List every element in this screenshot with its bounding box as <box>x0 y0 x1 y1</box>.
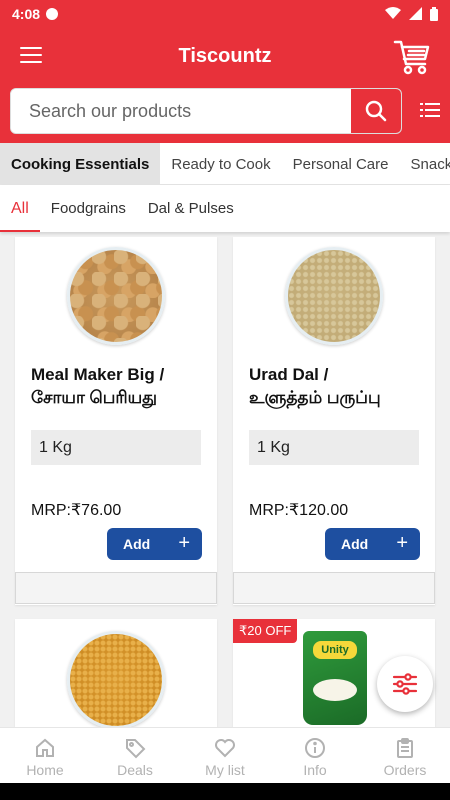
message-notification-icon <box>46 7 59 20</box>
status-icons <box>385 6 438 21</box>
soya-chunks-bowl-icon <box>67 247 165 345</box>
nav-home-label: Home <box>26 762 64 778</box>
search-button[interactable] <box>351 89 401 133</box>
subtab-all[interactable]: All <box>0 185 40 232</box>
product-name-tamil: உளுத்தம் பருப்பு <box>249 388 381 407</box>
tag-icon <box>126 739 146 759</box>
app-title: Tiscountz <box>178 45 272 67</box>
product-card[interactable]: Urad Dal / உளுத்தம் பருப்பு 1 Kg MRP:₹12… <box>233 237 435 605</box>
product-image <box>233 247 435 347</box>
nav-my-list[interactable]: My list <box>180 728 270 783</box>
product-image <box>15 631 217 727</box>
heart-icon <box>215 739 235 758</box>
product-card[interactable] <box>15 619 217 727</box>
tab-cooking-essentials[interactable]: Cooking Essentials <box>0 143 161 184</box>
rice-bowl-image <box>313 679 357 701</box>
product-name-tamil: சோயா பெரியது <box>31 388 157 407</box>
filter-button[interactable] <box>377 656 433 712</box>
product-grid: Meal Maker Big / சோயா பெரியது 1 Kg MRP:₹… <box>0 237 450 727</box>
product-price: MRP:₹120.00 <box>249 502 349 519</box>
tab-personal-care[interactable]: Personal Care <box>282 143 400 184</box>
brand-logo: Unity <box>313 641 357 659</box>
product-card[interactable]: Meal Maker Big / சோயா பெரியது 1 Kg MRP:₹… <box>15 237 217 605</box>
search-input[interactable] <box>11 89 351 133</box>
signal-icon <box>409 7 422 20</box>
bottom-navigation: Home Deals My list Info Orders <box>0 727 450 783</box>
product-image <box>15 247 217 347</box>
home-icon <box>36 738 54 757</box>
nav-orders-label: Orders <box>383 762 427 778</box>
nav-deals[interactable]: Deals <box>90 728 180 783</box>
status-time: 4:08 <box>12 5 41 22</box>
tab-snacks[interactable]: Snacks <box>400 143 450 184</box>
clipboard-icon <box>397 738 413 758</box>
search-box <box>10 88 402 134</box>
subcategory-tabs: All Foodgrains Dal & Pulses <box>0 185 450 232</box>
add-to-cart-button[interactable]: Add + <box>107 528 202 560</box>
card-footer <box>15 572 217 604</box>
tab-ready-to-cook[interactable]: Ready to Cook <box>160 143 281 184</box>
app-bar: Tiscountz <box>0 27 450 87</box>
product-name: Urad Dal / உளுத்தம் பருப்பு <box>249 363 425 409</box>
nav-deals-label: Deals <box>117 762 153 778</box>
cart-icon[interactable] <box>392 37 432 77</box>
list-view-icon[interactable] <box>420 102 440 118</box>
battery-icon <box>430 6 438 21</box>
product-name: Meal Maker Big / சோயா பெரியது <box>31 363 207 409</box>
status-bar: 4:08 <box>0 0 450 27</box>
search-row <box>0 87 450 143</box>
subtab-foodgrains[interactable]: Foodgrains <box>40 185 137 232</box>
subtab-dal-pulses[interactable]: Dal & Pulses <box>137 185 245 232</box>
plus-icon: + <box>396 532 408 554</box>
product-name-english: Urad Dal / <box>249 365 329 384</box>
dal-bowl-icon <box>67 631 165 727</box>
category-tabs: Cooking Essentials Ready to Cook Persona… <box>0 143 450 185</box>
card-footer <box>233 572 435 604</box>
quantity-selector[interactable]: 1 Kg <box>249 430 419 465</box>
add-button-label: Add <box>123 536 151 552</box>
nav-info-label: Info <box>303 762 327 778</box>
nav-home[interactable]: Home <box>0 728 90 783</box>
quantity-selector[interactable]: 1 Kg <box>31 430 201 465</box>
sliders-icon <box>392 673 418 695</box>
product-price: MRP:₹76.00 <box>31 502 122 519</box>
search-icon <box>365 100 387 122</box>
add-button-label: Add <box>341 536 369 552</box>
add-to-cart-button[interactable]: Add + <box>325 528 420 560</box>
discount-badge: ₹20 OFF <box>233 619 298 643</box>
wifi-icon <box>385 7 401 19</box>
rice-bag-icon: Unity <box>303 631 367 725</box>
system-navigation-bar <box>0 783 450 800</box>
urad-dal-bowl-icon <box>285 247 383 345</box>
product-name-english: Meal Maker Big / <box>31 365 165 384</box>
plus-icon: + <box>178 532 190 554</box>
nav-info[interactable]: Info <box>270 728 360 783</box>
nav-orders[interactable]: Orders <box>360 728 450 783</box>
info-icon <box>305 738 325 758</box>
nav-my-list-label: My list <box>205 762 245 778</box>
